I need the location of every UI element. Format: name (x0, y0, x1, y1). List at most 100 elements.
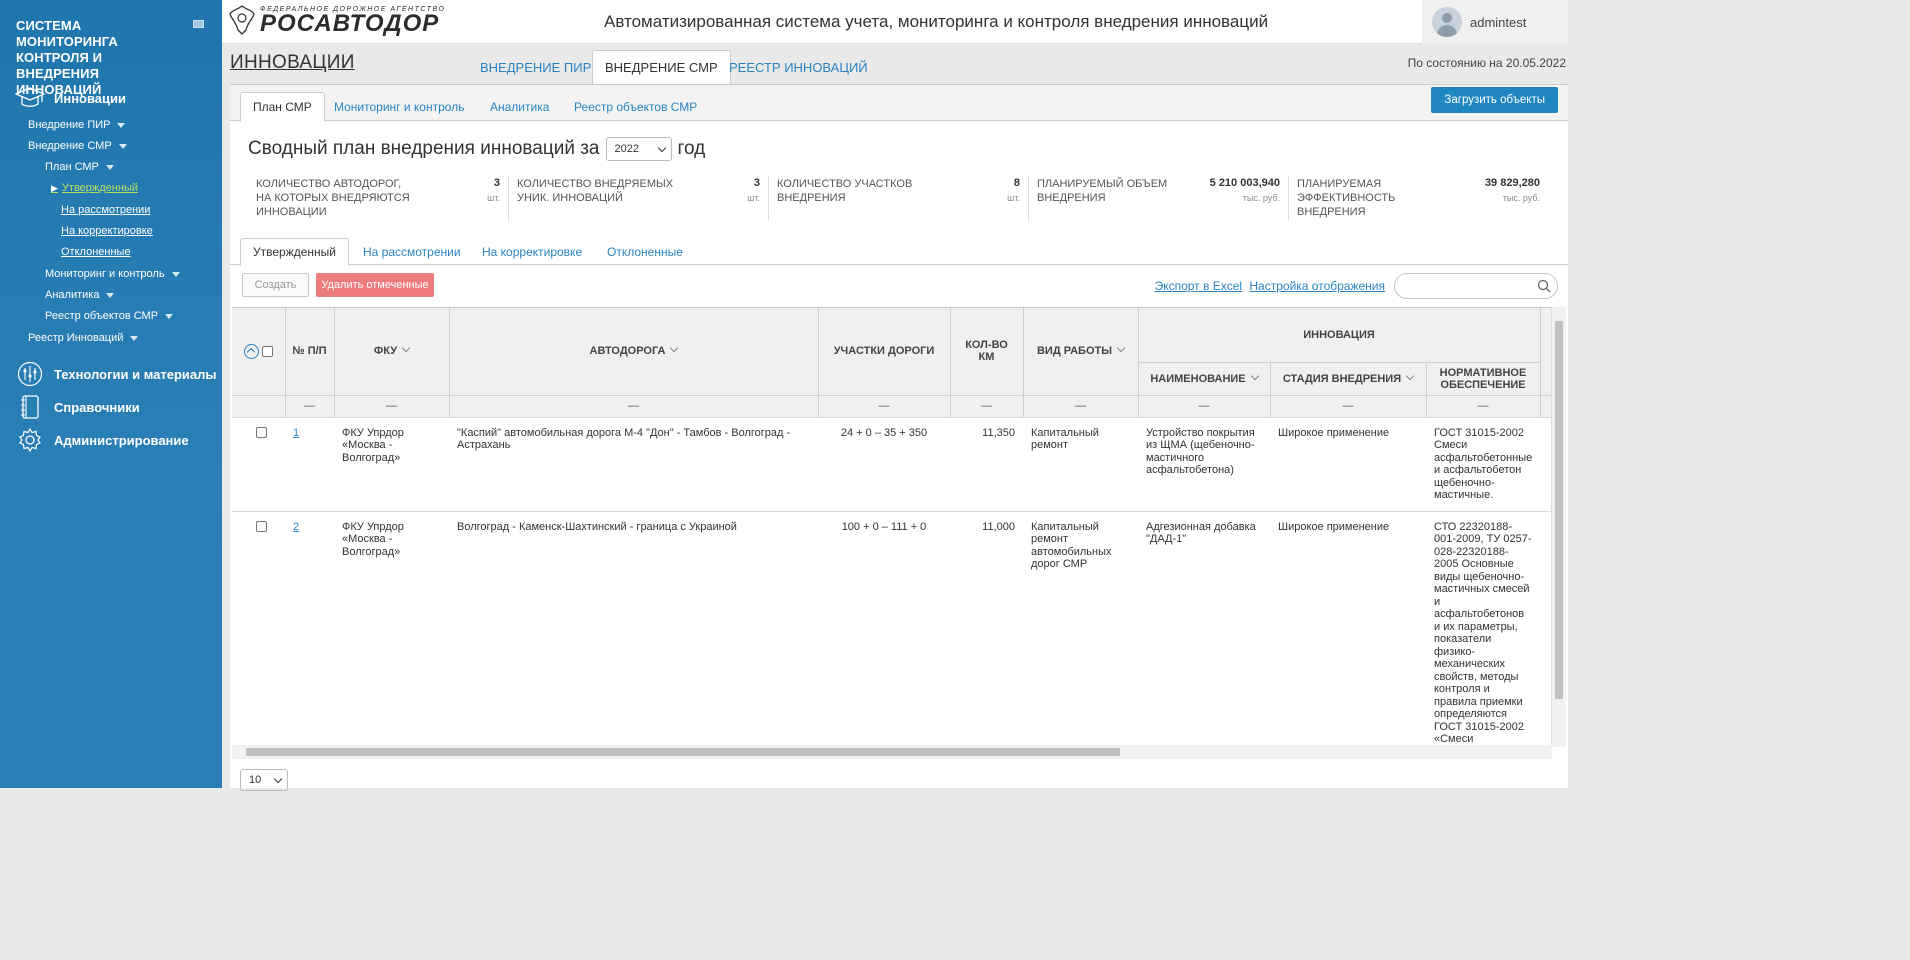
nav-smr-label: Внедрение СМР (28, 140, 112, 152)
horizontal-scroll-thumb[interactable] (246, 748, 1120, 756)
triangle-right-icon: ▶ (51, 182, 58, 193)
header-road[interactable]: АВТОДОРОГА (449, 308, 819, 396)
row-stage: Широкое применение (1270, 511, 1426, 747)
language-flag-icon[interactable] (193, 20, 204, 28)
nav-monitoring-label: Мониторинг и контроль (45, 268, 165, 280)
row-num-link[interactable]: 2 (293, 521, 299, 533)
filter-cell[interactable]: — (1270, 395, 1427, 418)
header-km[interactable]: КОЛ-ВО КМ (950, 308, 1024, 396)
nav-monitoring[interactable]: Мониторинг и контроль (45, 268, 180, 280)
row-stage: Широкое применение (1270, 417, 1426, 512)
nav-correction[interactable]: На корректировке (61, 225, 153, 237)
nav-analytics[interactable]: Аналитика (45, 289, 115, 301)
create-button[interactable]: Создать (242, 273, 309, 297)
nav-innovation-registry[interactable]: Реестр Инноваций (28, 332, 139, 344)
chevron-down-icon (1116, 344, 1126, 353)
filter-cell[interactable]: — (334, 395, 450, 418)
header: ФЕДЕРАЛЬНОЕ ДОРОЖНОЕ АГЕНТСТВО РОСАВТОДО… (222, 0, 1568, 44)
filter-cell[interactable]: — (950, 395, 1024, 418)
nav-pir[interactable]: Внедрение ПИР (28, 119, 126, 131)
filter-cell[interactable]: — (449, 395, 819, 418)
nav-technologies-label: Технологии и материалы (54, 366, 217, 382)
kpi-roads: КОЛИЧЕСТВО АВТОДОРОГ, НА КОТОРЫХ ВНЕДРЯЮ… (248, 175, 508, 221)
tab-status-correction[interactable]: На корректировке (470, 239, 594, 265)
kpi-unit: тыс. руб. (1502, 193, 1540, 203)
tab-objects-registry[interactable]: Реестр объектов СМР (562, 93, 709, 121)
table-row: 2 ФКУ Упрдор «Москва - Волгоград» Волгог… (232, 511, 1553, 747)
header-sections[interactable]: УЧАСТКИ ДОРОГИ (818, 308, 951, 396)
kpi-unit: шт. (747, 193, 760, 203)
header-work[interactable]: ВИД РАБОТЫ (1023, 308, 1139, 396)
logo-title: РОСАВТОДОР (260, 9, 440, 37)
filter-cell[interactable]: — (1023, 395, 1139, 418)
nav-approved[interactable]: ▶ Утвержденный (51, 182, 138, 194)
nav-technologies[interactable]: Технологии и материалы (14, 361, 217, 387)
page-title[interactable]: ИННОВАЦИИ (230, 52, 355, 74)
select-all-checkbox[interactable] (261, 345, 273, 357)
status-date: По состоянию на 20.05.2022 (1407, 56, 1566, 70)
display-settings-link[interactable]: Настройка отображения (1249, 279, 1385, 293)
row-road: Волгоград - Каменск-Шахтинский - граница… (449, 511, 818, 747)
export-excel-link[interactable]: Экспорт в Excel (1155, 279, 1242, 293)
horizontal-scrollbar[interactable] (232, 745, 1552, 759)
nav-references[interactable]: Справочники (14, 394, 140, 420)
header-name[interactable]: НАИМЕНОВАНИЕ (1138, 362, 1271, 396)
nav-smr[interactable]: Внедрение СМР (28, 140, 127, 152)
tab-monitoring[interactable]: Мониторинг и контроль (322, 93, 476, 121)
tab-smr[interactable]: ВНЕДРЕНИЕ СМР (592, 50, 731, 85)
row-num-cell: 2 (285, 511, 334, 747)
tab-pir[interactable]: ВНЕДРЕНИЕ ПИР (468, 50, 603, 85)
avatar (1432, 7, 1462, 37)
header-stage[interactable]: СТАДИЯ ВНЕДРЕНИЯ (1270, 362, 1427, 396)
chevron-down-icon (670, 344, 679, 353)
row-checkbox[interactable] (256, 426, 267, 438)
row-innovation-name: Адгезионная добавка "ДАД-1" (1138, 511, 1270, 747)
filter-cell[interactable]: — (1138, 395, 1271, 418)
kpi-value: 3 (493, 177, 500, 189)
plan-title-suffix: год (677, 138, 706, 159)
nav-plan-smr[interactable]: План СМР (45, 161, 114, 173)
chevron-down-icon (657, 143, 666, 152)
header-normative[interactable]: НОРМАТИВНОЕ ОБЕСПЕЧЕНИЕ (1426, 362, 1541, 396)
year-select[interactable]: 2022 (605, 137, 672, 161)
tab-analytics[interactable]: Аналитика (478, 93, 561, 121)
kpi-sections: КОЛИЧЕСТВО УЧАСТКОВ ВНЕДРЕНИЯ 8 шт. (768, 175, 1028, 221)
user-menu[interactable]: admintest (1422, 0, 1568, 44)
nav-administration[interactable]: Администрирование (14, 427, 189, 453)
tab-status-review[interactable]: На рассмотрении (351, 239, 473, 265)
header-fku[interactable]: ФКУ (334, 308, 450, 396)
filter-row: — — — — — — — — — (232, 395, 1553, 418)
nav-objects-registry[interactable]: Реестр объектов СМР (45, 310, 174, 322)
row-num-link[interactable]: 1 (293, 427, 299, 439)
nav-review[interactable]: На рассмотрении (61, 204, 150, 216)
vertical-scrollbar[interactable] (1551, 307, 1566, 747)
row-work: Капитальный ремонт (1023, 417, 1138, 512)
kpi-value: 8 (1013, 177, 1020, 189)
nav-plan-smr-label: План СМР (45, 161, 99, 173)
tab-innovation-registry[interactable]: РЕЕСТР ИННОВАЦИЙ (717, 50, 880, 85)
page-size-select[interactable]: 10 (240, 769, 288, 791)
nav-innovations[interactable]: Инновации (14, 85, 126, 111)
chevron-down-icon (273, 774, 283, 783)
tab-status-approved[interactable]: Утвержденный (240, 238, 349, 266)
search-input[interactable] (1394, 273, 1558, 299)
row-km: 11,000 (950, 511, 1023, 747)
row-sections: 100 + 0 – 111 + 0 (818, 511, 950, 747)
kpi-unit: тыс. руб. (1242, 193, 1280, 203)
filter-cell[interactable]: — (285, 395, 335, 418)
toolbar-links: Экспорт в Excel Настройка отображения (1151, 279, 1385, 293)
vertical-scroll-thumb[interactable] (1555, 321, 1563, 699)
tab-plan-smr[interactable]: План СМР (240, 92, 325, 122)
filter-cell[interactable]: — (1426, 395, 1541, 418)
row-fku: ФКУ Упрдор «Москва - Волгоград» (334, 417, 449, 512)
tab-status-rejected[interactable]: Отклоненные (595, 239, 695, 265)
upload-objects-button[interactable]: Загрузить объекты (1431, 87, 1558, 113)
delete-selected-button[interactable]: Удалить отмеченные (316, 273, 434, 297)
nav-rejected[interactable]: Отклоненные (61, 246, 131, 258)
filter-cell[interactable]: — (818, 395, 951, 418)
header-num[interactable]: № П/П (285, 308, 335, 396)
row-km: 11,350 (950, 417, 1023, 512)
collapse-up-icon[interactable] (243, 343, 259, 359)
kpi-value: 39 829,280 (1484, 177, 1540, 189)
row-checkbox[interactable] (256, 520, 267, 532)
